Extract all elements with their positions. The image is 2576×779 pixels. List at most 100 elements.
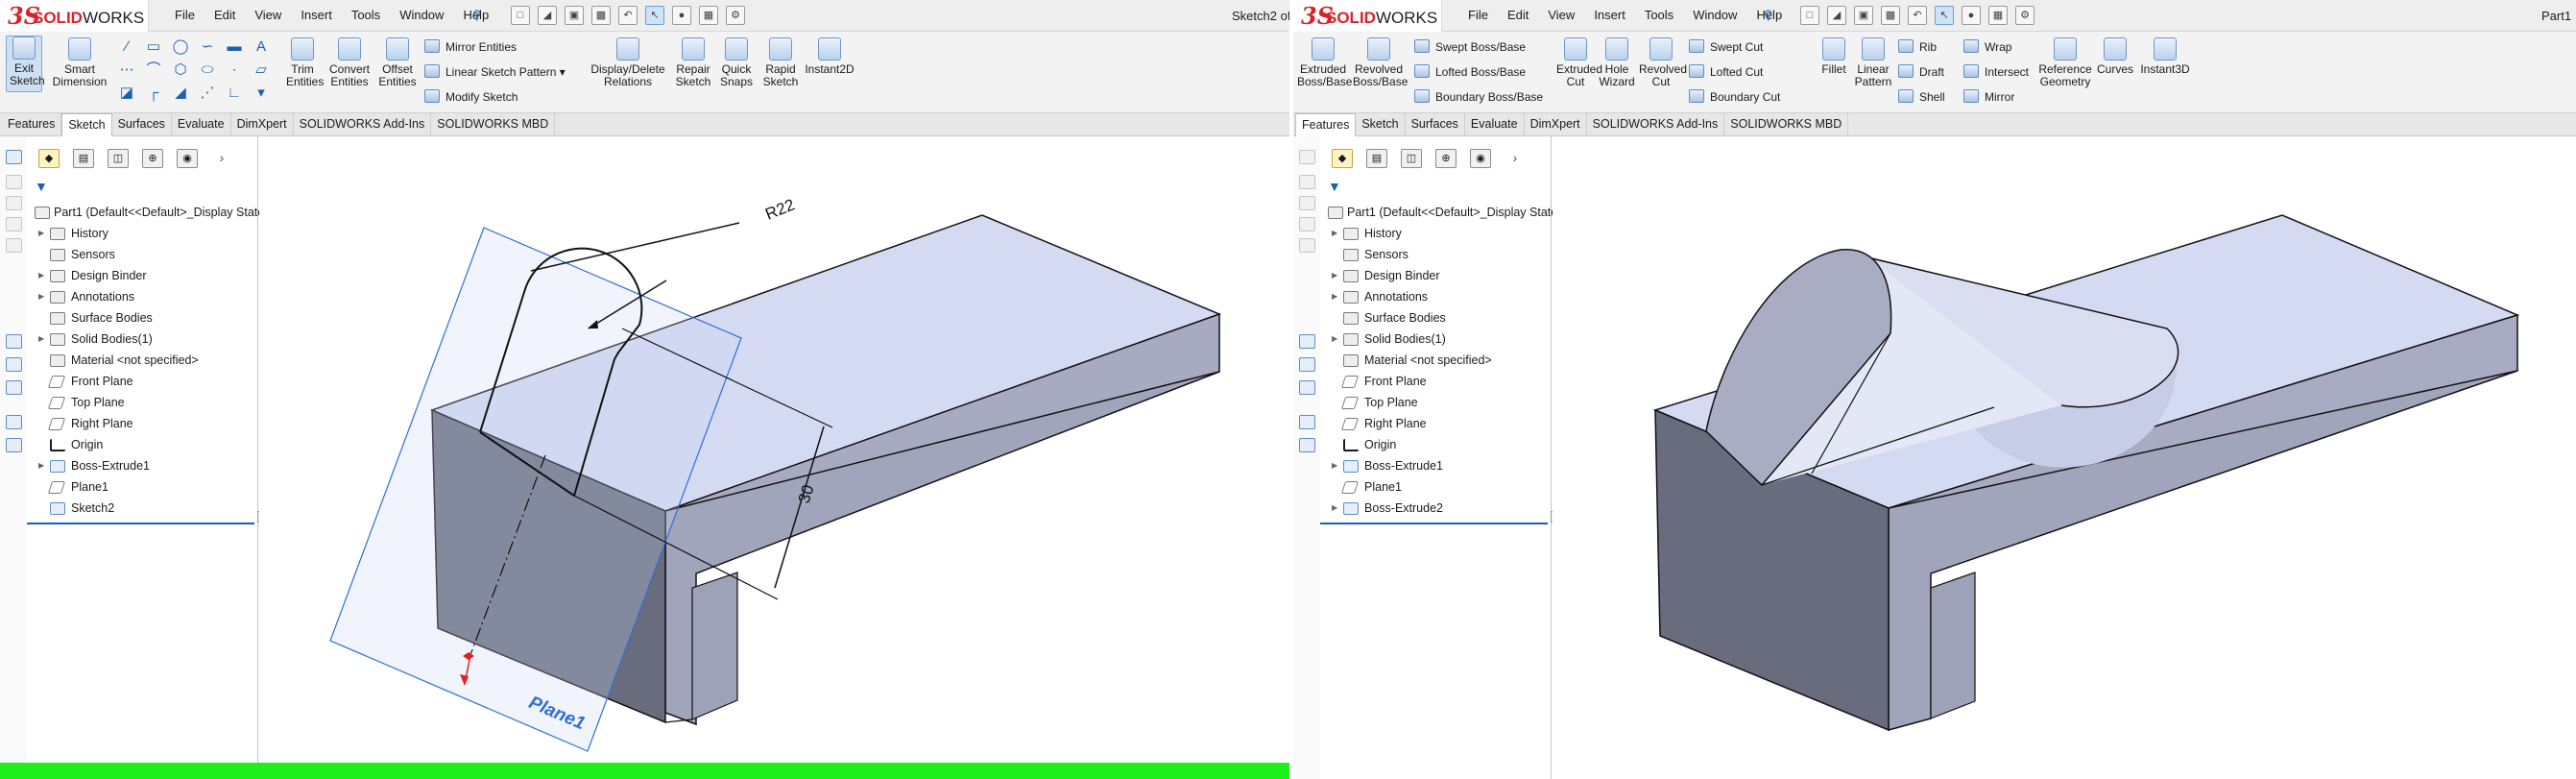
tree-item[interactable]: ▶ Solid Bodies(1) (27, 329, 258, 350)
tree-item[interactable]: Top Plane (27, 392, 258, 413)
more-tabs-chevron-icon[interactable]: › (211, 149, 232, 168)
options-gear-icon[interactable]: ⚙ (726, 6, 745, 25)
linear-sketch-pattern-button[interactable]: Linear Sketch Pattern ▾ (424, 64, 566, 79)
graphics-area[interactable]: Plane1 R22 30 (259, 136, 1289, 779)
tab-dimxpert[interactable]: DimXpert (231, 113, 294, 135)
tree-item[interactable]: Front Plane (1320, 371, 1552, 392)
lofted-boss-base-button[interactable]: Lofted Boss/Base (1414, 64, 1526, 79)
smart-dimension-button[interactable]: Smart Dimension (50, 37, 109, 88)
undo-icon[interactable]: ↶ (618, 6, 638, 25)
view-tool-icon[interactable] (1299, 438, 1315, 452)
text-icon[interactable]: A (252, 38, 271, 56)
more-tabs-chevron-icon[interactable]: › (1505, 149, 1526, 168)
tree-item[interactable]: Right Plane (27, 413, 258, 434)
dropdown-chevron-icon[interactable]: ▾ (252, 85, 271, 102)
expand-arrow-icon[interactable]: ▶ (38, 286, 44, 307)
tree-item[interactable]: ▶ Boss-Extrude1 (1320, 455, 1552, 476)
reference-geometry-button[interactable]: Reference Geometry (2038, 37, 2092, 88)
view-tool-icon[interactable] (6, 415, 22, 429)
intersect-button[interactable]: Intersect (1963, 64, 2029, 79)
linear-pattern-button[interactable]: Linear Pattern (1854, 37, 1892, 88)
expand-arrow-icon[interactable]: ▶ (38, 329, 44, 350)
select-pointer-icon[interactable]: ↖ (1935, 6, 1954, 25)
tab-solidworks-mbd[interactable]: SOLIDWORKS MBD (1724, 113, 1849, 135)
view-tool-icon[interactable] (6, 380, 22, 395)
expand-arrow-icon[interactable]: ▶ (38, 265, 44, 286)
feature-manager-tab-icon[interactable]: ◆ (38, 149, 60, 168)
rollback-bar[interactable] (27, 523, 254, 524)
sketch-tool-icon[interactable] (6, 150, 22, 164)
tree-item[interactable]: ▶ Design Binder (27, 265, 258, 286)
instant2d-button[interactable]: Instant2D (805, 37, 855, 76)
tab-solidworks-mbd[interactable]: SOLIDWORKS MBD (431, 113, 556, 135)
print-icon[interactable]: ▩ (591, 6, 611, 25)
tab-features[interactable]: Features (2, 113, 62, 135)
extruded-cut-button[interactable]: Extruded Cut (1556, 37, 1602, 88)
expand-arrow-icon[interactable]: ▶ (1332, 455, 1337, 476)
menu-view[interactable]: View (254, 8, 281, 22)
pin-menu-icon[interactable]: ⚲ (472, 8, 482, 23)
tree-item[interactable]: Surface Bodies (27, 307, 258, 329)
menu-window[interactable]: Window (399, 8, 444, 22)
menu-edit[interactable]: Edit (214, 8, 235, 22)
expand-arrow-icon[interactable]: ▶ (1332, 498, 1337, 519)
menu-view[interactable]: View (1548, 8, 1575, 22)
rapid-sketch-button[interactable]: Rapid Sketch (760, 37, 801, 88)
ellipse-icon[interactable]: ⬭ (198, 61, 217, 79)
tree-item[interactable]: Front Plane (27, 371, 258, 392)
trim-entities-button[interactable]: Trim Entities (286, 37, 324, 88)
hole-wizard-button[interactable]: Hole Wizard (1599, 37, 1635, 88)
offset-entities-button[interactable]: Offset Entities (378, 37, 417, 88)
tab-evaluate[interactable]: Evaluate (172, 113, 231, 135)
menu-file[interactable]: File (1468, 8, 1488, 22)
instant3d-button[interactable]: Instant3D (2140, 37, 2190, 76)
display-manager-tab-icon[interactable]: ◉ (177, 149, 198, 168)
configuration-manager-tab-icon[interactable]: ◫ (108, 149, 129, 168)
convert-entities-button[interactable]: Convert Entities (327, 37, 372, 88)
model-viewport[interactable] (1553, 136, 2576, 779)
curves-button[interactable]: Curves (2096, 37, 2134, 76)
file-properties-icon[interactable]: ▦ (699, 6, 718, 25)
menu-edit[interactable]: Edit (1507, 8, 1529, 22)
tab-surfaces[interactable]: Surfaces (112, 113, 172, 135)
open-document-icon[interactable]: ◢ (1827, 6, 1846, 25)
modify-sketch-button[interactable]: Modify Sketch (424, 89, 518, 104)
rollback-bar[interactable] (1320, 523, 1548, 524)
expand-arrow-icon[interactable]: ▶ (1332, 265, 1337, 286)
line-icon[interactable]: ∕ (117, 38, 136, 56)
tree-item[interactable]: ▶ Design Binder (1320, 265, 1552, 286)
tree-item[interactable]: ▶ Annotations (27, 286, 258, 307)
tree-item[interactable]: ▶ Solid Bodies(1) (1320, 329, 1552, 350)
tree-item[interactable]: ▶ Boss-Extrude1 (27, 455, 258, 476)
menu-insert[interactable]: Insert (1594, 8, 1625, 22)
tree-item[interactable]: Right Plane (1320, 413, 1552, 434)
spline-icon[interactable]: ∽ (198, 38, 217, 56)
solidworks-logo[interactable]: 3S SOLIDWORKS (1293, 0, 1442, 32)
swept-cut-button[interactable]: Swept Cut (1689, 39, 1763, 54)
view-tool-icon[interactable] (1299, 334, 1315, 349)
wrap-button[interactable]: Wrap (1963, 39, 2011, 54)
pin-menu-icon[interactable]: ⚲ (1764, 8, 1773, 23)
tree-item[interactable]: ▶ Annotations (1320, 286, 1552, 307)
property-manager-tab-icon[interactable]: ▤ (73, 149, 94, 168)
radius-dimension[interactable]: R22 (762, 195, 797, 223)
tab-evaluate[interactable]: Evaluate (1465, 113, 1525, 135)
dimxpert-manager-tab-icon[interactable]: ⊕ (142, 149, 163, 168)
tab-solidworks-add-ins[interactable]: SOLIDWORKS Add-Ins (1587, 113, 1725, 135)
tree-item[interactable]: Plane1 (1320, 476, 1552, 498)
revolved-boss-base-button[interactable]: Revolved Boss/Base (1353, 37, 1408, 88)
configuration-manager-tab-icon[interactable]: ◫ (1401, 149, 1422, 168)
shell-button[interactable]: Shell (1898, 89, 1945, 104)
tab-dimxpert[interactable]: DimXpert (1525, 113, 1587, 135)
undo-icon[interactable]: ↶ (1908, 6, 1927, 25)
filter-icon[interactable]: ▼ (1328, 179, 1341, 194)
plane-sketch-icon[interactable]: ▱ (252, 61, 271, 79)
tree-item[interactable]: Part1 (Default<<Default>_Display State (27, 202, 264, 223)
menu-insert[interactable]: Insert (301, 8, 332, 22)
lofted-cut-button[interactable]: Lofted Cut (1689, 64, 1763, 79)
view-tool-icon[interactable] (1299, 415, 1315, 429)
expand-arrow-icon[interactable]: ▶ (1332, 223, 1337, 244)
sketch-chamfer-icon[interactable]: ◢ (171, 85, 190, 102)
swept-boss-base-button[interactable]: Swept Boss/Base (1414, 39, 1526, 54)
tree-item[interactable]: ▶ History (27, 223, 258, 244)
